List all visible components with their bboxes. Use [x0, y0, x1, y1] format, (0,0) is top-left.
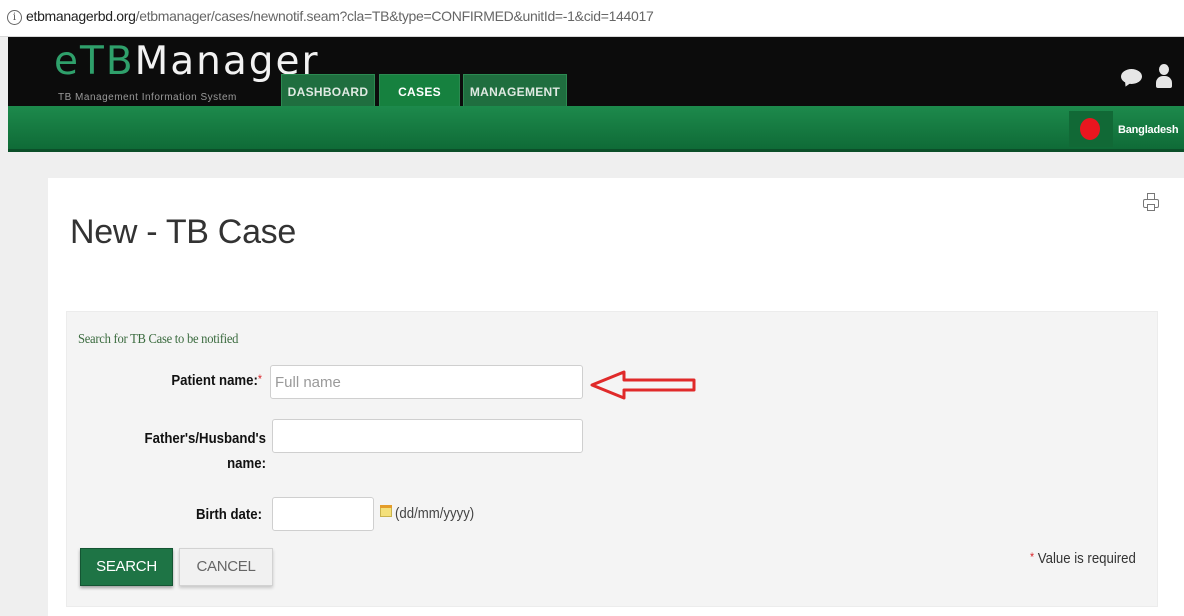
logo-e: e: [54, 39, 80, 84]
birth-date-label: Birth date:: [196, 506, 262, 523]
patient-name-input[interactable]: [270, 365, 583, 399]
url-path: /etbmanager/cases/newnotif.seam?cla=TB&t…: [135, 8, 654, 24]
required-mark: *: [257, 372, 262, 386]
flag-icon: [1069, 111, 1113, 147]
page-title: New - TB Case: [70, 213, 296, 251]
user-icon-head: [1159, 64, 1169, 75]
date-format-hint: (dd/mm/yyyy): [395, 505, 475, 522]
app-header: eTBManager TB Management Information Sys…: [8, 37, 1184, 106]
father-husband-name-input[interactable]: [272, 419, 583, 453]
calendar-icon[interactable]: [380, 505, 392, 517]
father-husband-label-line1: Father's/Husband's: [144, 430, 266, 447]
section-title: Search for TB Case to be notified: [78, 332, 239, 347]
flag-disc: [1080, 118, 1100, 140]
annotation-arrow-icon: [590, 370, 696, 400]
tab-management[interactable]: MANAGEMENT: [463, 74, 567, 106]
required-note: * Value is required: [1030, 550, 1136, 567]
url-text[interactable]: etbmanagerbd.org/etbmanager/cases/newnot…: [26, 8, 654, 24]
logo-subtitle: TB Management Information System: [58, 92, 237, 103]
url-host: etbmanagerbd.org: [26, 8, 136, 24]
chat-icon[interactable]: [1121, 69, 1142, 84]
search-button[interactable]: SEARCH: [80, 548, 173, 586]
printer-icon[interactable]: [1143, 193, 1159, 211]
info-icon[interactable]: i: [7, 10, 22, 25]
tab-dashboard[interactable]: DASHBOARD: [281, 74, 375, 106]
logo-tb: TB: [80, 39, 135, 84]
user-icon-body: [1156, 76, 1172, 88]
birth-date-input[interactable]: [272, 497, 374, 531]
app-logo[interactable]: eTBManager: [54, 39, 320, 85]
father-husband-label-line2: name:: [227, 455, 266, 472]
required-note-text: Value is required: [1034, 550, 1136, 567]
patient-name-label: Patient name:*: [137, 372, 262, 389]
browser-url-bar[interactable]: i etbmanagerbd.org/etbmanager/cases/newn…: [0, 0, 1184, 37]
cancel-button[interactable]: CANCEL: [179, 548, 273, 586]
user-icon[interactable]: [1156, 64, 1172, 88]
tab-cases[interactable]: CASES: [379, 74, 460, 106]
printer-output: [1147, 204, 1155, 211]
patient-name-label-text: Patient name:: [171, 372, 258, 389]
father-husband-name-label: Father's/Husband's name:: [120, 426, 266, 476]
country-selector[interactable]: Bangladesh: [1118, 124, 1179, 136]
header-green-bar: [8, 106, 1184, 152]
